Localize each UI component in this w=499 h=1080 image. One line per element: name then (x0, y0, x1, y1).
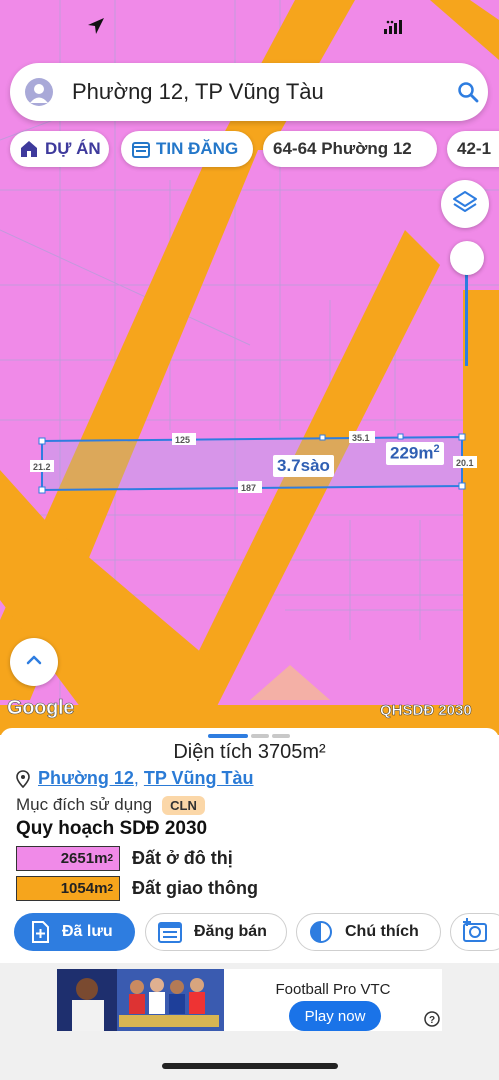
info-icon[interactable]: ? (424, 1011, 440, 1032)
map-layer-name: QHSDĐ 2030 (380, 702, 472, 720)
legend-note-button[interactable]: Chú thích (296, 913, 441, 951)
add-photo-button[interactable] (450, 913, 499, 951)
legend-note-label: Chú thích (345, 923, 419, 940)
opacity-slider-knob[interactable] (450, 241, 484, 275)
ad-title: Football Pro VTC (275, 981, 391, 998)
navigation-arrow-icon (86, 16, 106, 41)
map-view[interactable]: 125 35.1 21.2 20.1 187 3.7sào 229m2 Phườ… (0, 0, 499, 735)
search-input[interactable]: Phường 12, TP Vũng Tàu (72, 79, 324, 105)
legend-unit: 2 (107, 853, 113, 864)
purpose-row: Mục đích sử dụng CLN (16, 795, 205, 815)
parcel-area-m2-value: 229m (390, 443, 434, 463)
saved-button[interactable]: Đã lưu (14, 913, 135, 951)
chip-address-1[interactable]: 64-64 Phường 12 (263, 131, 437, 167)
layers-icon (452, 189, 478, 220)
legend-value: 1054m (60, 880, 108, 897)
saved-button-label: Đã lưu (62, 923, 113, 940)
calendar-icon (158, 921, 182, 943)
location-separator: , (133, 768, 139, 788)
ad-area: Football Pro VTC Play now ? (0, 963, 499, 1080)
add-bookmark-icon (30, 921, 50, 943)
parcel-area-sao-label: 3.7sào (273, 455, 334, 477)
post-for-sale-button[interactable]: Đăng bán (145, 913, 287, 951)
edge-label-bottom: 187 (241, 483, 256, 493)
chip-tin-dang-label: TIN ĐĂNG (156, 139, 239, 158)
chip-du-an-label: DỰ ÁN (45, 139, 101, 158)
app-root: 125 35.1 21.2 20.1 187 3.7sào 229m2 Phườ… (0, 0, 499, 1080)
chip-address-1-label: 64-64 Phường 12 (273, 139, 412, 158)
filter-chips: DỰ ÁN TIN ĐĂNG 64-64 Phường 12 42-1 (10, 131, 499, 169)
ad-play-button[interactable]: Play now (289, 1001, 381, 1031)
legend-desc: Đất ở đô thị (132, 848, 233, 868)
action-bar: Đã lưu Đăng bán Chú thích (0, 913, 499, 953)
half-circle-icon (309, 920, 333, 944)
parcel-area-m2-unit: 2 (433, 443, 440, 455)
pager-dot (272, 734, 290, 738)
legend-unit: 2 (107, 883, 113, 894)
chip-address-2-label: 42-1 (457, 139, 492, 158)
post-for-sale-label: Đăng bán (194, 923, 267, 940)
home-indicator[interactable] (162, 1063, 338, 1069)
edge-label-top-right: 35.1 (352, 433, 370, 443)
legend-desc: Đất giao thông (132, 878, 258, 898)
google-logo: Google (7, 697, 75, 720)
chip-du-an[interactable]: DỰ ÁN (10, 131, 109, 167)
chip-address-2[interactable]: 42-1 (447, 131, 499, 167)
edge-label-right: 20.1 (456, 458, 474, 468)
legend-item-traffic: 1054m 2 Đất giao thông (16, 876, 258, 901)
purpose-label: Mục đích sử dụng (16, 795, 153, 814)
ad-image (57, 969, 224, 1031)
area-title: Diện tích 3705m² (173, 741, 326, 763)
pager-dot-active (208, 734, 248, 738)
parcel-area-m2-label: 229m2 (386, 442, 444, 465)
layers-button[interactable] (441, 180, 489, 228)
signal-icon (384, 20, 406, 39)
avatar[interactable] (25, 78, 53, 106)
add-photo-icon (461, 917, 491, 948)
purpose-badge: CLN (162, 795, 205, 815)
expand-up-button[interactable] (10, 638, 58, 686)
search-bar[interactable]: Phường 12, TP Vũng Tàu (10, 63, 488, 121)
info-sheet: Diện tích 3705m² Phường 12 , TP Vũng Tàu… (0, 728, 499, 963)
search-icon[interactable] (456, 80, 480, 109)
ward-link[interactable]: Phường 12 (38, 768, 134, 789)
edge-label-left: 21.2 (33, 462, 51, 472)
chevron-up-icon (24, 650, 44, 675)
pager-dot (251, 734, 269, 738)
legend-swatch-residential: 2651m 2 (16, 846, 120, 871)
location-pin-icon (16, 769, 30, 788)
city-link[interactable]: TP Vũng Tàu (144, 768, 254, 789)
svg-text:?: ? (429, 1015, 435, 1026)
location-row: Phường 12 , TP Vũng Tàu (16, 768, 254, 789)
legend-item-residential: 2651m 2 Đất ở đô thị (16, 846, 233, 871)
legend-value: 2651m (60, 850, 108, 867)
plan-title: Quy hoạch SDĐ 2030 (16, 818, 208, 839)
ad-banner[interactable]: Football Pro VTC Play now ? (57, 969, 442, 1031)
status-bar (0, 0, 499, 52)
edge-label-top-left: 125 (175, 435, 190, 445)
calendar-icon (132, 140, 150, 158)
house-icon (19, 139, 39, 159)
chip-tin-dang[interactable]: TIN ĐĂNG (121, 131, 253, 167)
legend-swatch-traffic: 1054m 2 (16, 876, 120, 901)
